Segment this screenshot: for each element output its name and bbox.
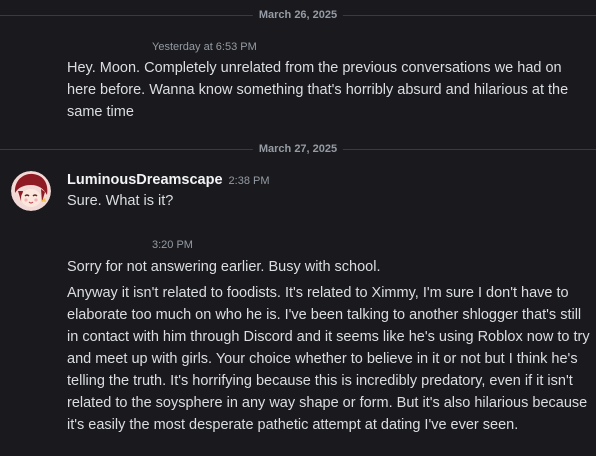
- message-content: Sure. What is it?: [67, 193, 174, 209]
- date-divider-label: March 26, 2025: [252, 9, 344, 21]
- message-content: Sorry for not answering earlier. Busy wi…: [67, 259, 381, 275]
- avatar[interactable]: [11, 171, 51, 211]
- message-content: Hey. Moon. Completely unrelated from the…: [67, 60, 569, 120]
- date-divider: March 27, 2025: [0, 143, 596, 155]
- message-timestamp[interactable]: Yesterday at 6:53 PM: [152, 41, 257, 53]
- date-divider-label: March 27, 2025: [252, 143, 344, 155]
- message-timestamp[interactable]: 3:20 PM: [152, 239, 193, 251]
- message-header: LuminousDreamscape 2:38 PM: [67, 171, 270, 189]
- message-timestamp[interactable]: 2:38 PM: [229, 175, 270, 187]
- date-divider: March 26, 2025: [0, 9, 596, 21]
- message-content: Anyway it isn't related to foodists. It'…: [67, 285, 590, 433]
- author-name[interactable]: LuminousDreamscape: [67, 172, 223, 188]
